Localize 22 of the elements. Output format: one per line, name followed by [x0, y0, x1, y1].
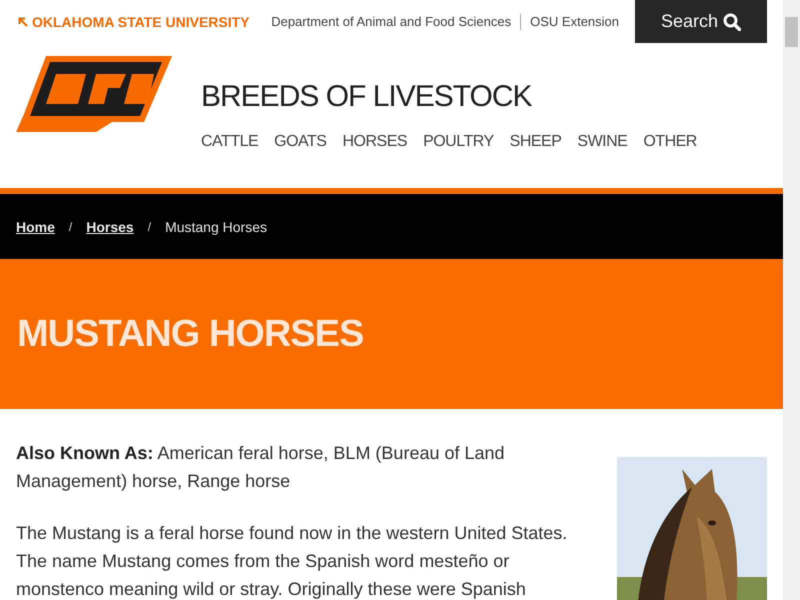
- arrow-icon: [18, 16, 28, 26]
- paragraph: The Mustang is a feral horse found now in the western United States. The name Mustang comes from the Spanish word mesteño or monstenco meaning wild or stray. Originally these were Spanish: [16, 522, 568, 600]
- header-link[interactable]: OSU Extension: [530, 14, 619, 29]
- nav-link[interactable]: HORSES: [342, 133, 408, 151]
- nav-link[interactable]: CATTLE: [201, 133, 258, 151]
- nav-link[interactable]: OTHER: [643, 133, 697, 151]
- site-title: BREEDS OF LIVESTOCK: [201, 79, 533, 115]
- header-link[interactable]: Department of Animal and Food Sciences: [271, 14, 512, 29]
- page-title: MUSTANG HORSES: [17, 312, 364, 356]
- nav-link[interactable]: GOATS: [274, 133, 326, 151]
- breadcrumb-link[interactable]: Home: [16, 218, 55, 234]
- nav-link[interactable]: SWINE: [577, 133, 628, 151]
- breadcrumb-separator: /: [68, 220, 72, 234]
- breadcrumb-separator: /: [148, 220, 152, 234]
- nav-link[interactable]: POULTRY: [423, 133, 494, 151]
- breadcrumb-link[interactable]: Horses: [86, 218, 134, 234]
- search-button[interactable]: Search: [635, 0, 767, 43]
- nav-link[interactable]: SHEEP: [510, 133, 562, 151]
- search-icon: [723, 12, 742, 30]
- breadcrumb-current: Mustang Horses: [165, 218, 267, 234]
- paragraph: Also Known As: American feral horse, BLM (Bureau of Land Management) horse, Range horse: [16, 442, 506, 493]
- scrollbar[interactable]: [783, 0, 800, 600]
